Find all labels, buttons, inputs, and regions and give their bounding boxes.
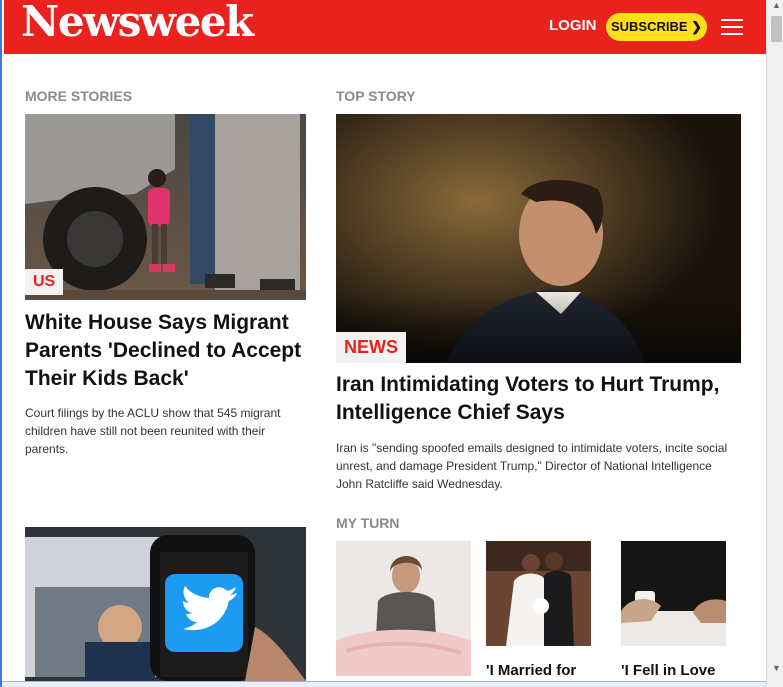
scroll-up-arrow-icon[interactable]: ▲ [767, 0, 783, 16]
my-turn-photo-hands[interactable] [621, 541, 726, 646]
window-bottom-edge [2, 681, 766, 687]
top-story-headline[interactable]: Iran Intimidating Voters to Hurt Trump, … [336, 371, 741, 427]
subscribe-button[interactable]: SUBSCRIBE ❯ [606, 13, 707, 41]
my-turn-caption-married[interactable]: 'I Married for [486, 662, 576, 679]
story-summary-migrant: Court filings by the ACLU show that 545 … [25, 406, 281, 456]
twitter-phone-photo[interactable] [25, 527, 306, 681]
scroll-thumb[interactable] [771, 16, 782, 42]
story-tag-us[interactable]: US [25, 269, 64, 295]
login-link[interactable]: LOGIN [549, 17, 597, 34]
top-story-summary: Iran is "sending spoofed emails designed… [336, 441, 728, 491]
my-turn-photo-woman[interactable] [336, 541, 471, 676]
my-turn-caption-love[interactable]: 'I Fell in Love [621, 662, 715, 679]
newsweek-logo[interactable]: Newsweek [21, 0, 254, 46]
hamburger-menu-icon[interactable] [721, 19, 743, 35]
my-turn-label: MY TURN [336, 515, 400, 531]
ratcliffe-photo[interactable]: NEWS [336, 114, 741, 363]
my-turn-photo-wedding[interactable] [486, 541, 591, 646]
site-header: Newsweek LOGIN SUBSCRIBE ❯ [4, 0, 766, 54]
story-tag-news[interactable]: NEWS [336, 332, 406, 363]
story-headline-migrant[interactable]: White House Says Migrant Parents 'Declin… [25, 309, 310, 393]
migrant-child-photo[interactable]: US [25, 114, 306, 300]
browser-viewport: Newsweek LOGIN SUBSCRIBE ❯ MORE STORIES [0, 0, 783, 687]
more-stories-label: MORE STORIES [25, 88, 133, 104]
vertical-scrollbar[interactable]: ▲ ▼ [766, 0, 783, 687]
top-story-label: TOP STORY [336, 88, 416, 104]
scroll-down-arrow-icon[interactable]: ▼ [767, 663, 783, 679]
